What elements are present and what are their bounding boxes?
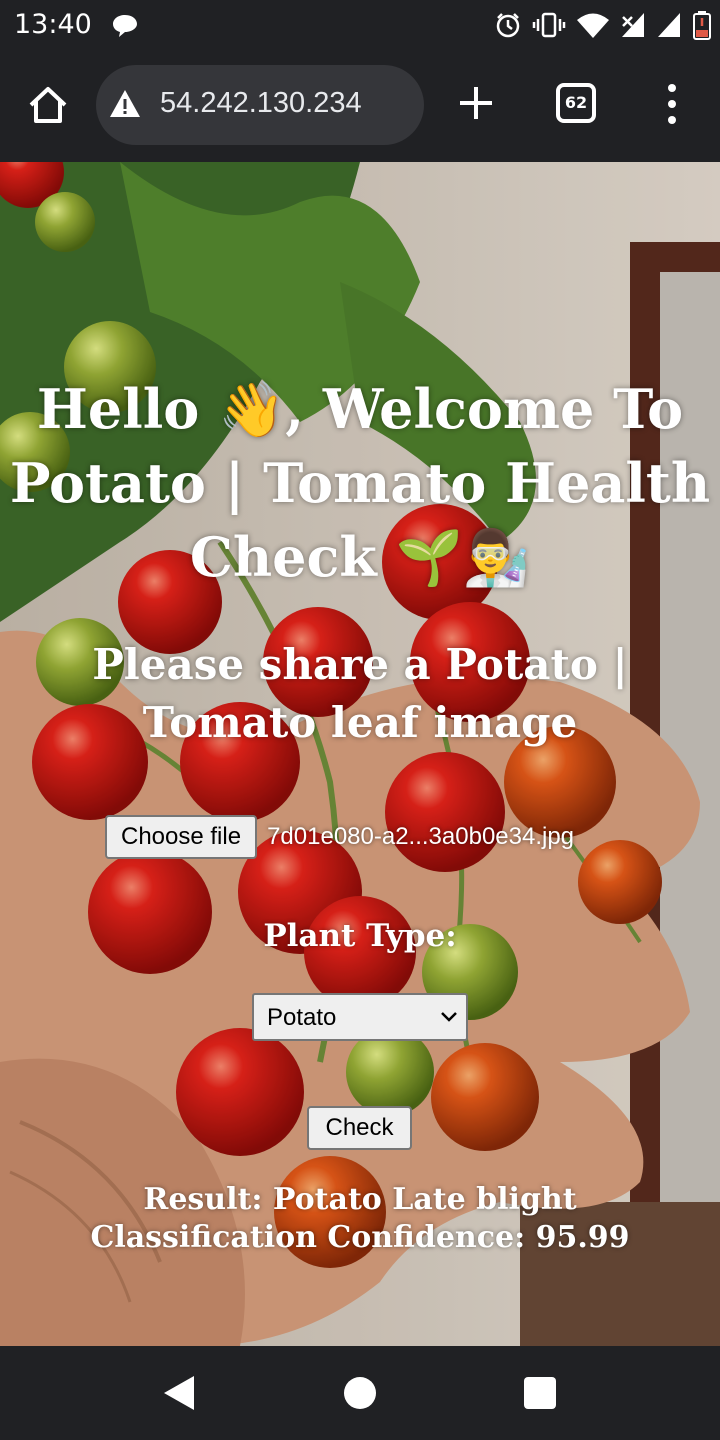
tab-switcher-button[interactable]: 62 xyxy=(556,83,596,123)
page-title: Hello 👋, Welcome To Potato | Tomato Heal… xyxy=(9,377,711,589)
more-menu-icon[interactable] xyxy=(662,82,682,126)
choose-file-button[interactable]: Choose file xyxy=(105,815,258,859)
new-tab-icon[interactable] xyxy=(456,83,496,123)
home-nav-icon[interactable] xyxy=(344,1377,376,1409)
vibrate-icon xyxy=(532,12,566,38)
file-input[interactable]: Choose file 7d01e080-a2...3a0b0e34.jpg xyxy=(105,815,574,859)
status-time: 13:40 xyxy=(14,9,92,40)
alarm-icon xyxy=(496,13,520,38)
status-bar: 13:40 xyxy=(0,0,720,50)
plant-type-select[interactable]: Potato xyxy=(252,993,468,1041)
signal-icon xyxy=(658,13,680,37)
check-button[interactable]: Check xyxy=(307,1106,412,1150)
not-secure-warning-icon[interactable] xyxy=(108,87,142,121)
recent-apps-icon[interactable] xyxy=(524,1377,556,1409)
wifi-icon xyxy=(577,13,609,38)
browser-toolbar: 54.242.130.234 62 xyxy=(0,50,720,212)
messages-icon xyxy=(113,15,137,37)
plant-type-label: Plant Type: xyxy=(263,918,457,954)
selected-file-name: 7d01e080-a2...3a0b0e34.jpg xyxy=(267,823,575,850)
chevron-down-icon xyxy=(441,1012,457,1022)
result-text: Result: Potato Late blight xyxy=(143,1182,577,1217)
url-text[interactable]: 54.242.130.234 xyxy=(160,87,362,120)
plant-type-selected-value: Potato xyxy=(267,1004,337,1031)
no-sim-icon xyxy=(622,13,644,37)
upload-instruction: Please share a Potato | Tomato leaf imag… xyxy=(92,640,628,747)
confidence-text: Classification Confidence: 95.99 xyxy=(90,1220,630,1255)
page-content: Hello 👋, Welcome To Potato | Tomato Heal… xyxy=(0,162,720,1346)
back-icon[interactable] xyxy=(162,1374,196,1412)
address-bar[interactable]: 54.242.130.234 xyxy=(96,65,424,145)
home-icon[interactable] xyxy=(26,83,70,127)
battery-low-icon xyxy=(693,11,711,40)
web-page: Hello 👋, Welcome To Potato | Tomato Heal… xyxy=(0,162,720,1346)
status-icons xyxy=(494,8,712,42)
navigation-bar xyxy=(0,1346,720,1440)
